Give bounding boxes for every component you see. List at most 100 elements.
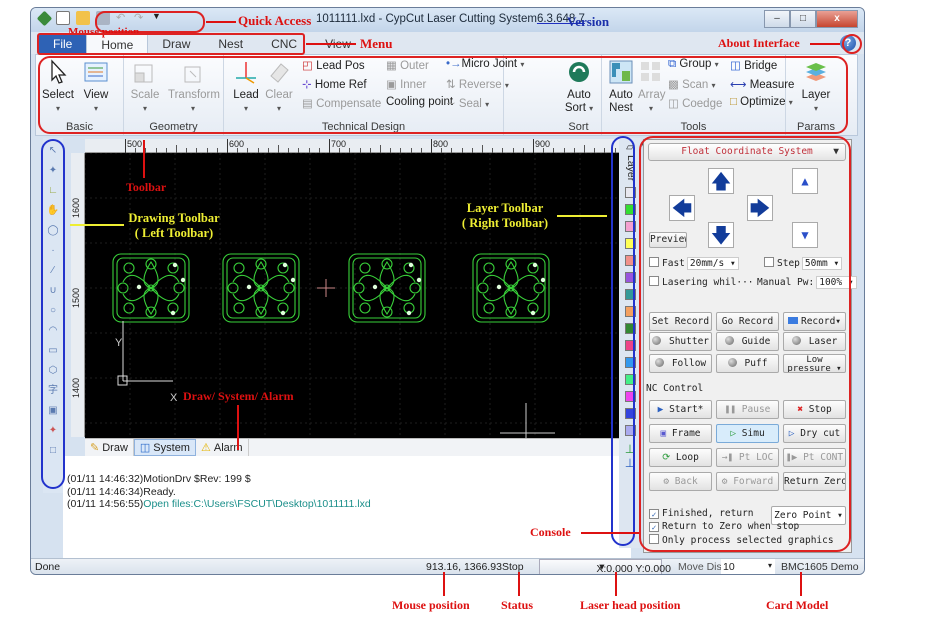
lead-in-point — [540, 277, 546, 283]
bottom-tabs: ✎ Draw ◫ System ⚠ Alarm — [85, 438, 631, 456]
app-icon[interactable] — [36, 10, 53, 26]
annotation-arrow-quick-access — [206, 21, 236, 23]
annotation-layer-toolbar: Layer Toolbar( Right Toolbar) — [461, 201, 549, 230]
lead-in-point — [290, 277, 296, 283]
ruler-minor-tick — [176, 145, 177, 153]
close-button[interactable]: x — [816, 10, 858, 28]
title-text: 1011111.lxd - CypCut Laser Cutting Syste… — [316, 13, 537, 25]
ruler-horizontal: 5006007008009001000 — [85, 139, 728, 153]
lead-in-point — [172, 262, 178, 268]
window-controls: – □ x — [764, 10, 858, 28]
cut-part-1[interactable] — [112, 253, 190, 323]
part-outline — [359, 262, 371, 274]
y-axis-label: Y — [115, 337, 123, 349]
canvas-graphics: YX — [85, 153, 619, 438]
window-title: 1011111.lxd - CypCut Laser Cutting Syste… — [316, 13, 585, 25]
lead-in-point — [496, 284, 502, 290]
annotation-mouse-position: Mouse position — [392, 598, 470, 612]
annotation-draw-system-alarm: Draw/ System/ Alarm — [183, 389, 294, 403]
annotation-arrow-about — [810, 43, 840, 45]
console-line: (01/11 14:46:32)MotionDrv $Rev: 199 $ — [67, 473, 627, 486]
part-outline — [123, 302, 135, 314]
annotation-status: Status — [501, 598, 534, 612]
lead-in-point — [532, 262, 538, 268]
annotation-arrow-layer-toolbar — [557, 215, 607, 217]
part-outline — [483, 262, 495, 274]
tab-alarm[interactable]: ⚠ Alarm — [196, 439, 249, 456]
annotation-menu: Menu — [360, 36, 393, 51]
ruler-minor-tick — [278, 145, 279, 153]
move-dis-input[interactable]: 10 ▾ — [721, 559, 775, 574]
annotation-arrow-left-toolbar — [70, 224, 124, 226]
console-log: (01/11 14:46:32)MotionDrv $Rev: 199 $ (01… — [63, 456, 631, 558]
annotation-ring-menu — [37, 33, 305, 55]
annotation-quick-access: Quick Access — [238, 13, 312, 28]
annotation-toolbar: Toolbar — [126, 180, 167, 194]
annotation-console: Console — [530, 525, 571, 539]
status-text: Done — [35, 561, 61, 573]
lead-in-point — [406, 310, 412, 316]
lead-in-point — [180, 277, 186, 283]
annotation-arrow-menu — [306, 43, 356, 45]
ruler-label: 1500 — [71, 288, 81, 309]
machine-status: Stop — [502, 561, 524, 573]
ruler-tick — [533, 139, 534, 153]
draw-tab-icon: ✎ — [90, 441, 100, 454]
new-file-icon[interactable] — [56, 11, 70, 25]
system-tab-icon: ◫ — [139, 441, 151, 454]
ruler-tick — [431, 139, 432, 153]
card-model: BMC1605 Demo — [781, 561, 859, 573]
console-line: (01/11 14:46:34)Ready. — [67, 486, 627, 499]
ruler-minor-tick — [584, 145, 585, 153]
annotation-arrow-card-model — [800, 572, 802, 596]
lead-in-point — [408, 262, 414, 268]
lead-in-point — [246, 284, 252, 290]
annotation-arrow-toolbar — [143, 140, 145, 178]
lead-in-point — [170, 310, 176, 316]
lead-in-point — [282, 262, 288, 268]
maximize-button[interactable]: □ — [790, 10, 816, 28]
tab-draw[interactable]: ✎ Draw — [85, 439, 134, 456]
console-message: MotionDrv $Rev: 199 $ — [143, 473, 251, 485]
lead-in-point — [372, 284, 378, 290]
lead-in-point — [280, 310, 286, 316]
part-outline — [233, 302, 245, 314]
laser-head-position-select[interactable]: X:0.000 Y:0.000 ▾ — [539, 559, 671, 574]
annotation-about: About Interface — [718, 36, 800, 50]
annotation-ring-layer-toolbar — [611, 136, 635, 546]
lead-in-point — [416, 277, 422, 283]
open-folder-icon[interactable] — [76, 11, 90, 25]
console-line: (01/11 14:56:55)Open files:C:\Users\FSCU… — [67, 498, 627, 511]
mouse-position: 913.16, 1366.93 — [426, 561, 502, 573]
part-outline — [381, 258, 393, 270]
tab-system[interactable]: ◫ System — [133, 439, 196, 456]
part-outline — [145, 306, 157, 318]
part-outline — [483, 302, 495, 314]
cut-part-2[interactable] — [222, 253, 300, 323]
annotation-arrow-status — [518, 572, 520, 596]
console-timestamp: (01/11 14:46:34) — [67, 485, 144, 498]
status-bar: Done 913.16, 1366.93 Stop X:0.000 Y:0.00… — [31, 558, 864, 574]
part-outline — [359, 302, 371, 314]
annotation-arrow-laser-head — [615, 572, 617, 596]
move-dis-label: Move Dis — [678, 561, 722, 573]
part-outline — [233, 262, 245, 274]
ruler-label: 1600 — [71, 198, 81, 219]
ruler-label: 1400 — [71, 378, 81, 399]
part-outline — [505, 258, 517, 270]
annotation-card-model: Card Model — [766, 598, 829, 612]
console-message: Open files:C:\Users\FSCUT\Desktop\101111… — [143, 498, 371, 510]
annotation-laser-head: Laser head position — [580, 598, 681, 612]
minimize-button[interactable]: – — [764, 10, 790, 28]
cut-part-4[interactable] — [472, 253, 550, 323]
annotation-arrow-mouse-position — [443, 572, 445, 596]
annotation-arrow-console — [581, 532, 639, 534]
lead-in-point — [530, 310, 536, 316]
annotation-version: Version — [567, 14, 610, 29]
annotation-ring-console — [639, 136, 851, 552]
part-outline — [123, 262, 135, 274]
annotation-drawing-toolbar: Drawing Toolbar( Left Toolbar) — [128, 211, 220, 240]
ruler-minor-tick — [482, 145, 483, 153]
drawing-canvas[interactable]: YX — [85, 153, 619, 438]
annotation-ring-toolbar — [38, 56, 848, 134]
